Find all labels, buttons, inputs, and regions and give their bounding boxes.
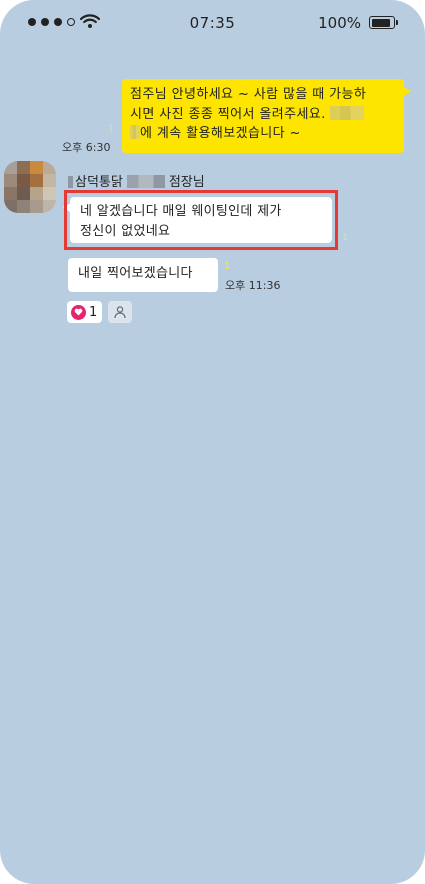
heart-icon: [71, 304, 86, 320]
blurred-text: [68, 176, 73, 188]
like-count: 1: [89, 304, 98, 320]
sender-name-suffix: 점장님: [168, 175, 205, 190]
sender-name-prefix: 삼덕통닭: [75, 175, 123, 190]
incoming-message-line: 네 알겠습니다 매일 웨이팅인데 제가: [80, 204, 282, 219]
blurred-text: [126, 175, 165, 188]
read-count: 1: [224, 261, 231, 272]
message-timestamp: 오후 6:30: [62, 141, 111, 154]
chat-screen: 07:35 100% 점주님 안녕하세요 ~ 사람 많을 때 가능하 시면 사진…: [0, 0, 425, 884]
status-bar: 07:35 100%: [0, 0, 425, 46]
incoming-message-line: 정신이 없었네요: [80, 224, 171, 239]
like-reaction-button[interactable]: 1: [67, 301, 102, 323]
person-icon: [114, 306, 126, 319]
status-time: 07:35: [189, 14, 236, 32]
incoming-message-text: 내일 찍어보겠습니다: [78, 266, 193, 281]
battery-percentage: 100%: [318, 14, 361, 32]
incoming-message-bubble[interactable]: 네 알겠습니다 매일 웨이팅인데 제가 정신이 없었네요: [63, 197, 332, 243]
avatar[interactable]: [4, 161, 56, 213]
outgoing-message-line: 에 계속 활용해보겠습니다 ~: [140, 126, 301, 141]
incoming-message-bubble[interactable]: 내일 찍어보겠습니다: [68, 258, 218, 292]
outgoing-message-line: 점주님 안녕하세요 ~ 사람 많을 때 가능하: [130, 87, 367, 102]
blurred-text: [330, 105, 365, 120]
battery-icon: [369, 16, 398, 29]
message-timestamp: 오후 11:36: [225, 279, 281, 292]
blurred-text: [130, 125, 140, 139]
read-count: 1: [108, 124, 115, 135]
reaction-members-button[interactable]: [108, 301, 132, 323]
outgoing-message-line: 시면 사진 종종 찍어서 올려주세요.: [130, 106, 326, 122]
read-count: 1: [342, 232, 349, 243]
sender-name: 삼덕통닭 점장님: [68, 171, 205, 190]
outgoing-message-bubble[interactable]: 점주님 안녕하세요 ~ 사람 많을 때 가능하 시면 사진 종종 찍어서 올려주…: [122, 79, 411, 153]
